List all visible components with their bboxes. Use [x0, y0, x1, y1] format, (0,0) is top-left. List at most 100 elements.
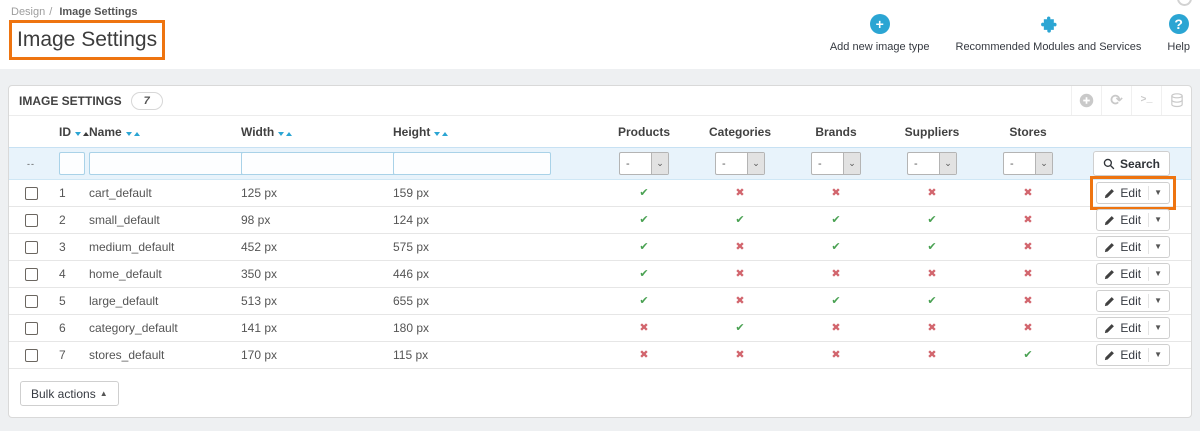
panel-tools: ⟳ >_	[1071, 86, 1191, 115]
check-icon-categories: ✔	[735, 321, 745, 334]
edit-button[interactable]: Edit ▼	[1096, 236, 1170, 258]
caret-down-icon[interactable]: ▼	[1154, 189, 1162, 197]
edit-button[interactable]: Edit ▼	[1096, 209, 1170, 231]
sort-asc-icon[interactable]	[286, 131, 293, 136]
row-width: 452 px	[241, 240, 278, 254]
caret-down-icon[interactable]: ▼	[1154, 351, 1162, 359]
check-icon-suppliers: ✔	[927, 240, 937, 253]
edit-button[interactable]: Edit ▼	[1096, 263, 1170, 285]
edit-button-divider	[1148, 348, 1150, 362]
sort-icons-width[interactable]	[278, 131, 293, 136]
panel-heading: IMAGE SETTINGS 7 ⟳ >_	[9, 86, 1191, 116]
pencil-icon	[1105, 242, 1115, 252]
edit-button[interactable]: Edit ▼	[1096, 182, 1170, 204]
recommended-modules-label: Recommended Modules and Services	[955, 41, 1142, 53]
cross-icon-stores: ✖	[1023, 294, 1033, 307]
cross-icon-suppliers: ✖	[927, 348, 937, 361]
column-header-width: Width	[237, 125, 389, 139]
check-icon-stores: ✔	[1023, 348, 1033, 361]
sort-asc-icon[interactable]	[133, 131, 140, 136]
cross-icon-products: ✖	[639, 321, 649, 334]
panel-sql-icon[interactable]: >_	[1131, 86, 1161, 115]
edit-button-divider	[1148, 186, 1150, 200]
table-body: 1 cart_default 125 px 159 px ✔ ✖ ✖ ✖ ✖ E…	[9, 176, 1191, 369]
name-filter-input[interactable]	[89, 152, 247, 175]
table-row: 2 small_default 98 px 124 px ✔ ✔ ✔ ✔ ✖ E…	[9, 207, 1191, 234]
cross-icon-categories: ✖	[735, 240, 745, 253]
column-header-stores: Stores	[1009, 124, 1047, 139]
categories-filter-select[interactable]: - ⌄	[715, 152, 765, 175]
panel-export-db-icon[interactable]	[1161, 86, 1191, 115]
table-row: 7 stores_default 170 px 115 px ✖ ✖ ✖ ✖ ✔…	[9, 342, 1191, 369]
edit-button-divider	[1148, 240, 1150, 254]
row-checkbox[interactable]	[24, 321, 38, 335]
search-button[interactable]: Search	[1092, 151, 1170, 176]
suppliers-filter-select[interactable]: - ⌄	[907, 152, 957, 175]
height-filter-input[interactable]	[393, 152, 551, 175]
row-checkbox[interactable]	[24, 213, 38, 227]
caret-down-icon[interactable]: ▼	[1154, 270, 1162, 278]
edit-button[interactable]: Edit ▼	[1096, 290, 1170, 312]
row-checkbox[interactable]	[24, 240, 38, 254]
row-count-badge: 7	[130, 91, 163, 110]
recommended-modules-button[interactable]: Recommended Modules and Services	[955, 14, 1142, 53]
row-checkbox[interactable]	[24, 348, 38, 362]
row-checkbox[interactable]	[24, 294, 38, 308]
sort-asc-icon[interactable]	[442, 131, 449, 136]
check-icon-brands: ✔	[831, 240, 841, 253]
help-button[interactable]: ? Help	[1167, 14, 1190, 53]
edit-button-wrap: Edit ▼	[1096, 236, 1170, 258]
cross-icon-stores: ✖	[1023, 321, 1033, 334]
panel-footer: Bulk actions ▲	[9, 369, 1191, 417]
row-name: medium_default	[89, 240, 175, 254]
sort-icons-name[interactable]	[125, 131, 140, 136]
stores-filter-select[interactable]: - ⌄	[1003, 152, 1053, 175]
row-checkbox[interactable]	[24, 267, 38, 281]
chevron-down-icon: ⌄	[747, 153, 764, 174]
filter-row: -- - ⌄ - ⌄ - ⌄ - ⌄ - ⌄ Search	[9, 147, 1191, 180]
column-header-id: ID	[53, 125, 89, 139]
width-filter-input[interactable]	[241, 152, 399, 175]
products-filter-select[interactable]: - ⌄	[619, 152, 669, 175]
plus-circle-icon: +	[869, 14, 890, 34]
page-title: Image Settings	[8, 20, 166, 60]
table-row: 4 home_default 350 px 446 px ✔ ✖ ✖ ✖ ✖ E…	[9, 261, 1191, 288]
edit-button[interactable]: Edit ▼	[1096, 317, 1170, 339]
check-icon-products: ✔	[639, 213, 649, 226]
add-new-image-type-button[interactable]: + Add new image type	[830, 14, 930, 53]
caret-down-icon[interactable]: ▼	[1154, 216, 1162, 224]
row-checkbox[interactable]	[24, 186, 38, 200]
brands-filter-select[interactable]: - ⌄	[811, 152, 861, 175]
row-height: 446 px	[393, 267, 430, 281]
row-id: 3	[59, 240, 66, 254]
breadcrumb-parent[interactable]: Design	[11, 6, 45, 18]
id-filter-input[interactable]	[59, 152, 85, 175]
cross-icon-stores: ✖	[1023, 186, 1033, 199]
cross-icon-categories: ✖	[735, 294, 745, 307]
sort-desc-icon[interactable]	[278, 131, 285, 136]
sort-desc-icon[interactable]	[75, 131, 81, 136]
row-name: cart_default	[89, 186, 152, 200]
caret-down-icon[interactable]: ▼	[1154, 243, 1162, 251]
row-name: large_default	[89, 294, 159, 308]
caret-down-icon[interactable]: ▼	[1154, 324, 1162, 332]
caret-down-icon[interactable]: ▼	[1154, 297, 1162, 305]
chevron-down-icon: ⌄	[651, 153, 668, 174]
edit-button-divider	[1148, 213, 1150, 227]
panel-title: IMAGE SETTINGS	[19, 93, 122, 108]
cross-icon-categories: ✖	[735, 348, 745, 361]
sort-desc-icon[interactable]	[125, 131, 132, 136]
sort-desc-icon[interactable]	[434, 131, 441, 136]
bulk-actions-button[interactable]: Bulk actions ▲	[20, 381, 119, 406]
cross-icon-brands: ✖	[831, 267, 841, 280]
row-width: 513 px	[241, 294, 278, 308]
edit-button[interactable]: Edit ▼	[1096, 344, 1170, 366]
sort-icons-height[interactable]	[434, 131, 449, 136]
panel-add-icon[interactable]	[1071, 86, 1101, 115]
panel-refresh-icon[interactable]: ⟳	[1101, 86, 1131, 115]
cross-icon-categories: ✖	[735, 186, 745, 199]
search-label: Search	[1119, 156, 1160, 171]
row-height: 159 px	[393, 186, 430, 200]
table-row: 5 large_default 513 px 655 px ✔ ✖ ✔ ✔ ✖ …	[9, 288, 1191, 315]
help-icon: ?	[1168, 14, 1189, 34]
